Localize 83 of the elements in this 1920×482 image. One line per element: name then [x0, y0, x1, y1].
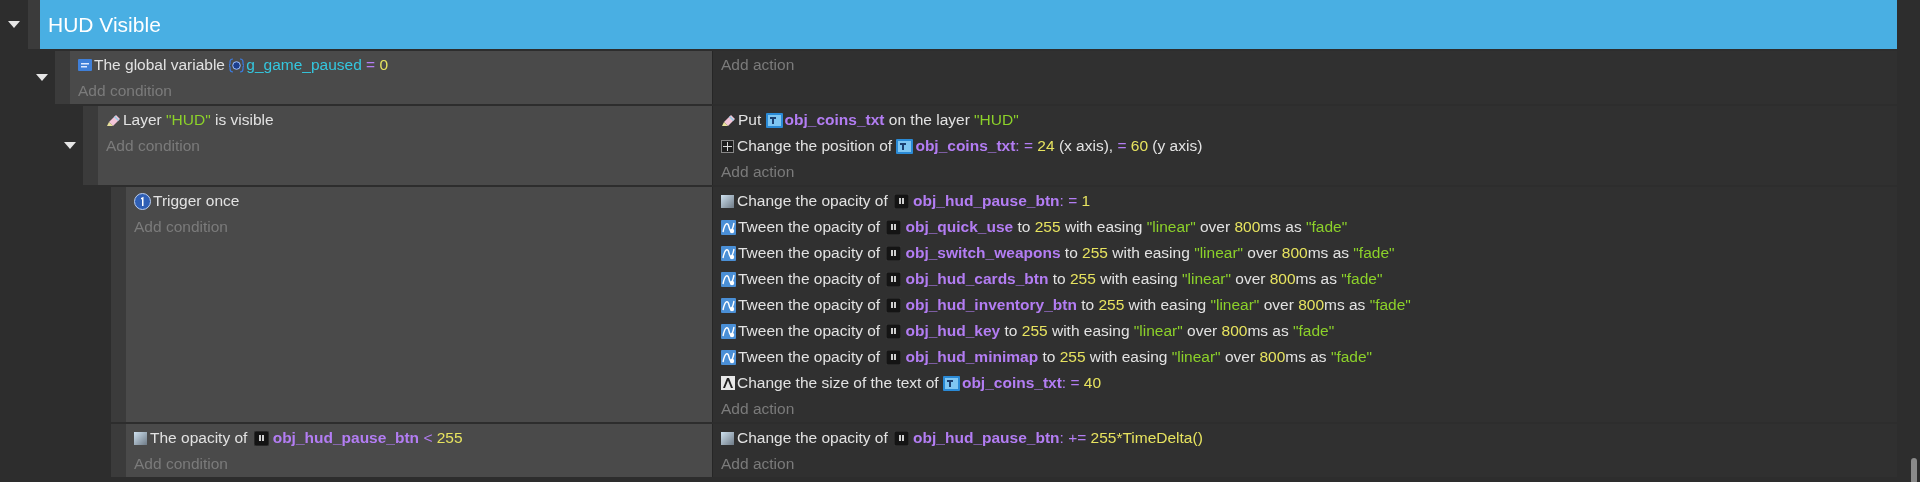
- action-text: : = 24 (x axis), = 60 (y axis): [1015, 136, 1203, 157]
- add-action-link[interactable]: Add action: [721, 452, 795, 476]
- text-object-icon: [896, 138, 914, 154]
- group-title: HUD Visible: [48, 11, 161, 38]
- sprite-thumbnail-icon: [886, 219, 902, 235]
- gradient-square-icon: [721, 194, 734, 208]
- action-text: to 255 with easing "linear" over 800ms as "fade": [1080, 295, 1411, 316]
- collapse-caret-icon[interactable]: [63, 142, 76, 149]
- tween-curve-icon: [721, 219, 736, 235]
- action-text: Tween the opacity of: [738, 295, 882, 316]
- object-name: obj_switch_weapons: [905, 243, 1061, 264]
- object-name: obj_quick_use: [905, 217, 1014, 238]
- action-text: Change the size of the text of: [737, 373, 940, 394]
- tween-curve-icon: [721, 349, 736, 365]
- object-name: obj_hud_cards_btn: [905, 269, 1049, 290]
- sprite-thumbnail-icon: [886, 323, 902, 339]
- object-name: obj_hud_minimap: [905, 347, 1039, 368]
- tween-curve-icon: [721, 245, 736, 261]
- variable-name: g_game_paused: [246, 55, 362, 76]
- scrollbar-thumb[interactable]: [1911, 458, 1917, 482]
- sprite-thumbnail-icon: [886, 271, 902, 287]
- condition-text: Trigger once: [153, 191, 240, 212]
- object-name: obj_coins_txt: [784, 110, 885, 131]
- gradient-square-icon: [721, 431, 734, 445]
- action-text: to 255 with easing "linear" over 800ms as "fade": [1016, 217, 1348, 238]
- action-text: Tween the opacity of: [738, 217, 882, 238]
- action-text: to 255 with easing "linear" over 800ms as "fade": [1003, 321, 1335, 342]
- tween-curve-icon: [721, 271, 736, 287]
- sprite-thumbnail-icon: [886, 349, 902, 365]
- group-header[interactable]: HUD Visible: [40, 0, 1897, 49]
- action-text: : = 40: [1061, 373, 1102, 394]
- sprite-thumbnail-icon: [886, 297, 902, 313]
- tween-curve-icon: [721, 297, 736, 313]
- text-object-icon: [942, 375, 960, 391]
- action-text: Change the opacity of: [737, 191, 889, 212]
- event-handle[interactable]: [111, 187, 126, 422]
- object-name: obj_hud_pause_btn: [913, 428, 1060, 449]
- condition-text: Layer "HUD" is visible: [123, 110, 274, 131]
- condition-text: = 0: [365, 55, 389, 76]
- action-text: Change the opacity of: [737, 428, 889, 449]
- action-text: to 255 with easing "linear" over 800ms as "fade": [1041, 347, 1373, 368]
- object-name: obj_hud_key: [905, 321, 1001, 342]
- variable-scope-icon: [229, 57, 245, 73]
- add-action-link[interactable]: Add action: [721, 160, 795, 184]
- group-handle[interactable]: [28, 0, 40, 49]
- condition-text: The opacity of: [150, 428, 249, 449]
- variable-icon: [78, 59, 92, 71]
- event-handle[interactable]: [83, 106, 98, 185]
- action-text: Tween the opacity of: [738, 269, 882, 290]
- action-text: to 255 with easing "linear" over 800ms as "fade": [1051, 269, 1383, 290]
- condition-text: < 255: [422, 428, 463, 449]
- event-handle[interactable]: [55, 51, 70, 104]
- add-action-link[interactable]: Add action: [721, 397, 795, 421]
- tween-curve-icon: [721, 323, 736, 339]
- sprite-thumbnail-icon: [253, 430, 269, 446]
- action-text: : += 255*TimeDelta(): [1059, 428, 1203, 449]
- action-text: Put: [738, 110, 763, 131]
- object-name: obj_hud_pause_btn: [913, 191, 1060, 212]
- action-text: : = 1: [1059, 191, 1091, 212]
- object-name: obj_hud_pause_btn: [272, 428, 420, 449]
- collapse-caret-icon[interactable]: [35, 74, 48, 81]
- event-handle[interactable]: [111, 424, 126, 477]
- action-text: on the layer "HUD": [887, 110, 1019, 131]
- add-action-link[interactable]: Add action: [721, 53, 795, 77]
- action-text: Tween the opacity of: [738, 243, 882, 264]
- action-text: Change the position of: [737, 136, 894, 157]
- object-name: obj_hud_inventory_btn: [905, 295, 1077, 316]
- text-size-icon: [721, 376, 735, 390]
- pencil-icon: [106, 112, 121, 128]
- text-object-icon: [765, 112, 783, 128]
- sprite-thumbnail-icon: [894, 193, 910, 209]
- crosshair-icon: [721, 139, 734, 153]
- pencil-icon: [721, 112, 736, 128]
- object-name: obj_coins_txt: [961, 373, 1062, 394]
- action-text: Tween the opacity of: [738, 347, 882, 368]
- trigger-once-icon: [134, 192, 151, 210]
- collapse-caret-icon[interactable]: [8, 21, 20, 28]
- action-text: Tween the opacity of: [738, 321, 882, 342]
- sprite-thumbnail-icon: [886, 245, 902, 261]
- action-text: to 255 with easing "linear" over 800ms as "fade": [1063, 243, 1395, 264]
- condition-text: The global variable: [94, 55, 226, 76]
- gradient-square-icon: [134, 431, 147, 445]
- sprite-thumbnail-icon: [894, 430, 910, 446]
